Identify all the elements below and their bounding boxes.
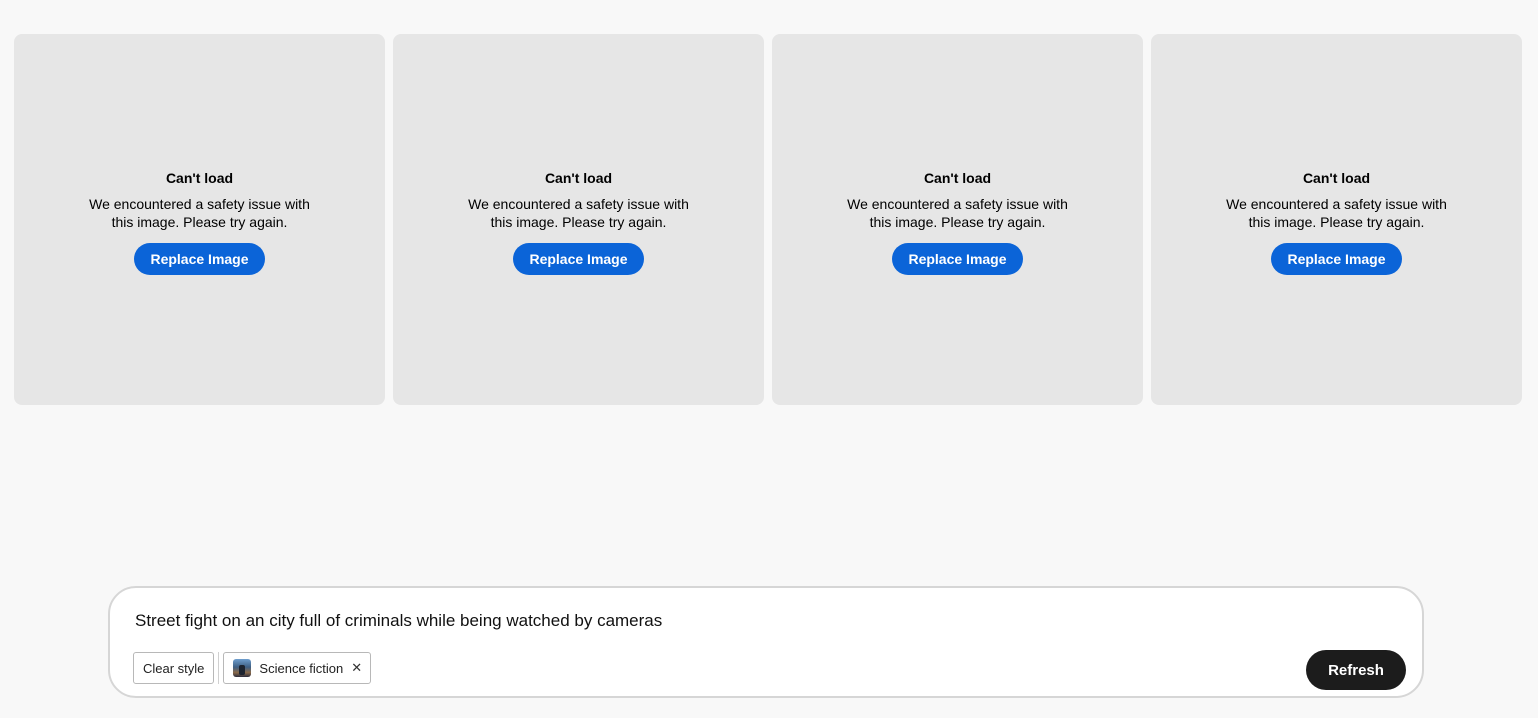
prompt-panel: Street fight on an city full of criminal…	[108, 586, 1424, 698]
style-chips: Clear style Science fiction ✕	[133, 652, 372, 684]
error-content: Can't load We encountered a safety issue…	[14, 169, 385, 275]
image-card-2: Can't load We encountered a safety issue…	[393, 34, 764, 405]
error-message: We encountered a safety issue with this …	[1226, 196, 1447, 230]
error-message: We encountered a safety issue with this …	[468, 196, 689, 230]
image-card-4: Can't load We encountered a safety issue…	[1151, 34, 1522, 405]
close-icon[interactable]: ✕	[351, 660, 362, 676]
clear-style-button[interactable]: Clear style	[133, 652, 215, 684]
image-results-grid: Can't load We encountered a safety issue…	[14, 34, 1522, 405]
error-message: We encountered a safety issue with this …	[89, 196, 310, 230]
image-card-3: Can't load We encountered a safety issue…	[772, 34, 1143, 405]
style-chip-label: Science fiction	[259, 660, 344, 676]
error-content: Can't load We encountered a safety issue…	[1151, 169, 1522, 275]
error-content: Can't load We encountered a safety issue…	[772, 169, 1143, 275]
replace-image-button[interactable]: Replace Image	[513, 243, 644, 275]
error-title: Can't load	[544, 170, 613, 186]
replace-image-button[interactable]: Replace Image	[1271, 243, 1402, 275]
error-message: We encountered a safety issue with this …	[847, 196, 1068, 230]
image-card-1: Can't load We encountered a safety issue…	[14, 34, 385, 405]
error-content: Can't load We encountered a safety issue…	[393, 169, 764, 275]
error-title: Can't load	[923, 170, 992, 186]
replace-image-button[interactable]: Replace Image	[892, 243, 1023, 275]
error-title: Can't load	[165, 170, 234, 186]
refresh-button[interactable]: Refresh	[1306, 650, 1406, 690]
style-chip-science-fiction[interactable]: Science fiction ✕	[223, 652, 372, 684]
chip-divider	[218, 652, 220, 684]
replace-image-button[interactable]: Replace Image	[134, 243, 265, 275]
style-thumbnail-icon	[233, 659, 252, 677]
prompt-input[interactable]: Street fight on an city full of criminal…	[135, 610, 662, 632]
error-title: Can't load	[1302, 170, 1371, 186]
